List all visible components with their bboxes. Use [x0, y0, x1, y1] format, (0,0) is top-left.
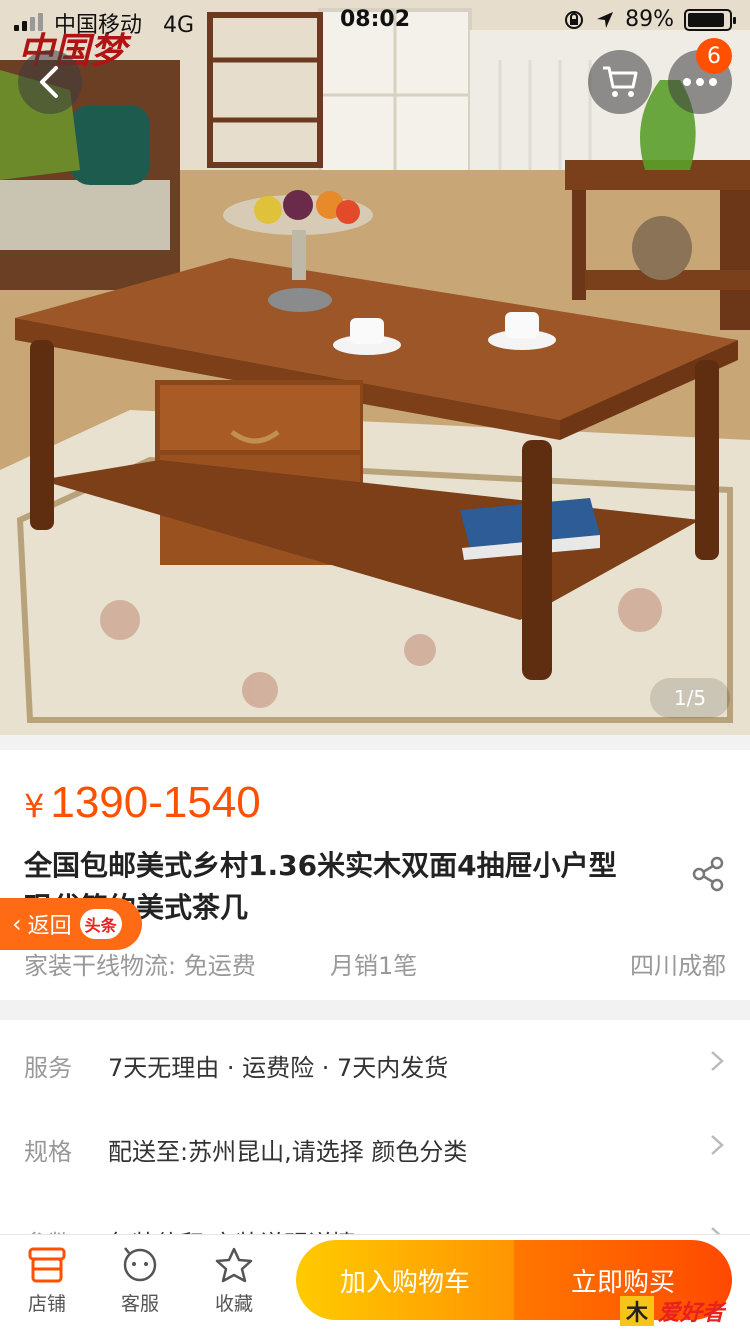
price: ¥ 1390-1540: [24, 778, 261, 828]
option-key: 服务: [24, 1054, 72, 1082]
price-range: 1390-1540: [50, 778, 261, 827]
cart-button[interactable]: [588, 50, 652, 114]
chat-face-icon: [123, 1247, 157, 1282]
tab-service-label: 客服: [120, 1293, 159, 1315]
tab-store-label: 店铺: [27, 1293, 66, 1315]
tab-service[interactable]: 客服: [100, 1245, 180, 1325]
price-currency: ¥: [24, 787, 45, 825]
return-label: 返回: [27, 914, 72, 939]
option-service-row[interactable]: 服务 7天无理由 · 运费险 · 7天内发货: [0, 1020, 750, 1104]
status-right: 89%: [563, 7, 736, 32]
share-button[interactable]: [690, 856, 730, 896]
tab-favorite-label: 收藏: [214, 1293, 253, 1315]
tab-store[interactable]: 店铺: [7, 1245, 87, 1325]
option-spec-row[interactable]: 规格 配送至:苏州昆山,请选择 颜色分类: [0, 1104, 750, 1188]
orientation-lock-icon: [565, 10, 584, 29]
svg-text:木: 木: [625, 1301, 649, 1326]
return-to-app-button[interactable]: ‹ 返回 头条: [0, 898, 142, 950]
shopping-cart-icon: [603, 66, 638, 97]
logo-image: 木 爱好者: [620, 1296, 727, 1326]
coffee-table-photo: [0, 0, 750, 735]
back-button[interactable]: [18, 50, 82, 114]
image-page-indicator: 1/5: [650, 678, 730, 718]
toutiao-badge: 头条: [79, 909, 122, 939]
star-icon: [215, 1247, 253, 1283]
battery-percent: 89%: [625, 7, 674, 32]
cart-count-badge: 6: [696, 38, 732, 74]
chevron-left-icon: ‹: [12, 910, 22, 938]
footer-watermark-text: 爱好者: [658, 1301, 727, 1326]
store-icon: [28, 1247, 66, 1283]
battery-fill: [688, 12, 724, 27]
monthly-sales: 月销1笔: [330, 952, 418, 980]
battery-icon: [684, 8, 736, 31]
product-options-list: 服务 7天无理由 · 运费险 · 7天内发货 规格 配送至:苏州昆山,请选择 颜…: [0, 1020, 750, 1240]
product-image-carousel[interactable]: [0, 0, 750, 735]
location-arrow-icon: [597, 11, 614, 28]
more-dots-icon: [683, 78, 717, 86]
chevron-right-icon: [711, 1135, 724, 1155]
option-value: 配送至:苏州昆山,请选择 颜色分类: [108, 1138, 468, 1166]
option-key: 规格: [24, 1138, 72, 1166]
chevron-left-icon: [40, 66, 58, 98]
add-to-cart-button[interactable]: 加入购物车: [296, 1240, 514, 1320]
option-value: 7天无理由 · 运费险 · 7天内发货: [108, 1054, 449, 1082]
status-bar: 中国移动 4G 08:02 89%: [0, 0, 750, 40]
ship-location: 四川成都: [630, 952, 726, 980]
shipping-info: 家装干线物流: 免运费: [24, 952, 256, 980]
tab-favorite[interactable]: 收藏: [194, 1245, 274, 1325]
share-icon: [692, 856, 724, 892]
chevron-right-icon: [711, 1051, 724, 1071]
site-logo-watermark: 木 爱好者: [618, 1292, 744, 1330]
